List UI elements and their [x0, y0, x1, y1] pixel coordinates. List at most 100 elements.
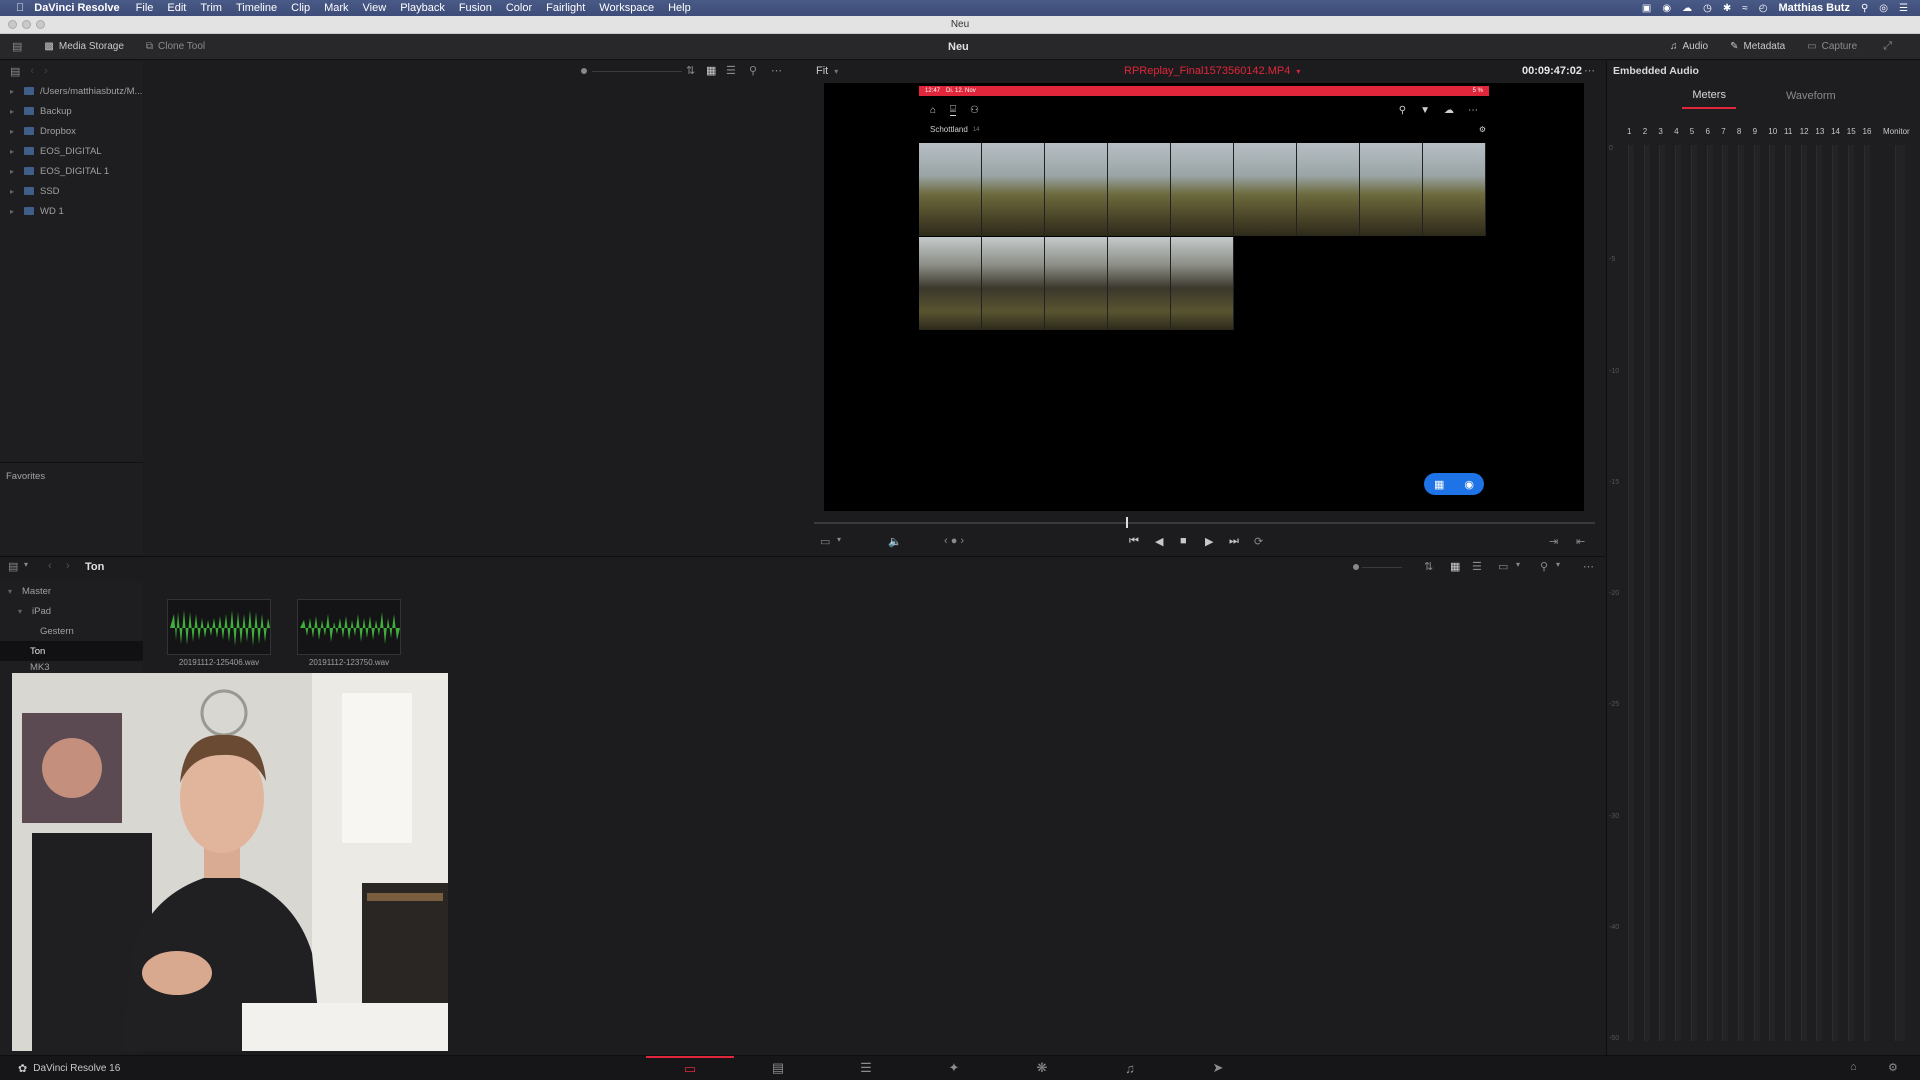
sort-icon[interactable]: ⇅ — [686, 64, 695, 77]
menu-fairlight[interactable]: Fairlight — [546, 2, 585, 14]
media-storage-button[interactable]: ▩ Media Storage — [44, 41, 124, 52]
menubar-app-name[interactable]: DaVinci Resolve — [34, 2, 119, 14]
back-arrow-icon[interactable]: ‹ — [48, 560, 52, 572]
page-color-button[interactable]: ❋ — [998, 1056, 1086, 1080]
sidebar-toggle-icon[interactable]: ▤ — [10, 65, 20, 78]
location-item[interactable]: ▸ /Users/matthiasbutz/M... — [0, 81, 143, 101]
page-cut-button[interactable]: ▤ — [734, 1056, 822, 1080]
bin-item-mk3[interactable]: MK3 — [0, 661, 143, 673]
panel-toggle-icon[interactable]: ▤ — [12, 40, 22, 53]
page-fairlight-button[interactable]: ♫ — [1086, 1056, 1174, 1080]
menu-mark[interactable]: Mark — [324, 2, 348, 14]
search-icon[interactable]: ⚲ — [749, 64, 757, 77]
grid-view-icon[interactable]: ▦ — [706, 64, 716, 77]
list-view-icon[interactable]: ☰ — [726, 64, 736, 77]
list-view-icon[interactable]: ☰ — [1472, 560, 1482, 573]
cloud-icon[interactable]: ☁ — [1682, 3, 1692, 14]
loop-icon[interactable]: ⟳ — [1254, 535, 1263, 548]
go-to-start-icon[interactable]: ⏮ — [1129, 535, 1139, 548]
tab-waveform[interactable]: Waveform — [1776, 84, 1846, 108]
menu-edit[interactable]: Edit — [167, 2, 186, 14]
clone-tool-button[interactable]: ⧉ Clone Tool — [146, 41, 205, 52]
mark-out-icon[interactable]: ⇤ — [1576, 535, 1585, 548]
timecode[interactable]: 00:09:47:02 — [1522, 65, 1582, 77]
wifi-icon[interactable]: ≈ — [1742, 3, 1748, 14]
menu-view[interactable]: View — [363, 2, 387, 14]
mark-in-icon[interactable]: ⇥ — [1549, 535, 1558, 548]
pool-thumbnail-slider[interactable] — [1353, 564, 1359, 570]
location-item[interactable]: ▸ WD 1 — [0, 201, 143, 221]
creative-cloud-icon[interactable]: ◉ — [1662, 3, 1671, 14]
stop-icon[interactable]: ■ — [1180, 535, 1187, 547]
zoom-dropdown[interactable]: Fit ▾ — [816, 65, 838, 77]
menu-fusion[interactable]: Fusion — [459, 2, 492, 14]
viewer-canvas[interactable]: 12:47 Di. 12. Nov 5 % ⌂ ⌸ ⚇ ⚲ ▼ ☁ ⋯ Scho… — [824, 83, 1584, 511]
more-options-icon[interactable]: ⋯ — [771, 64, 782, 77]
bin-item-ton[interactable]: Ton — [0, 641, 143, 661]
playhead[interactable] — [1126, 517, 1129, 528]
spotlight-search-icon[interactable]: ⚲ — [1861, 3, 1868, 14]
more-options-icon[interactable]: ⋯ — [1583, 560, 1594, 573]
menu-file[interactable]: File — [136, 2, 154, 14]
bin-item-master[interactable]: ▾ Master — [0, 581, 143, 601]
bluetooth-icon[interactable]: ✱ — [1723, 3, 1731, 14]
location-item[interactable]: ▸ EOS_DIGITAL 1 — [0, 161, 143, 181]
settings-gear-icon[interactable]: ⚙ — [1888, 1061, 1898, 1074]
sort-icon[interactable]: ⇅ — [1424, 560, 1433, 573]
menu-trim[interactable]: Trim — [200, 2, 222, 14]
grid-view-icon[interactable]: ▦ — [1450, 560, 1460, 573]
go-to-end-icon[interactable]: ⏭ — [1229, 535, 1239, 548]
location-item[interactable]: ▸ SSD — [0, 181, 143, 201]
tab-meters[interactable]: Meters — [1682, 83, 1736, 109]
volume-icon[interactable]: 🔈 — [888, 535, 902, 548]
menu-color[interactable]: Color — [506, 2, 532, 14]
chevron-down-icon[interactable]: ▾ — [1516, 560, 1520, 569]
bin-item-gestern[interactable]: Gestern — [0, 621, 143, 641]
forward-arrow-icon[interactable]: › — [66, 560, 70, 572]
location-item[interactable]: ▸ EOS_DIGITAL — [0, 141, 143, 161]
thumbnail-size-slider[interactable] — [581, 68, 587, 74]
audio-button[interactable]: ♫ Audio — [1670, 41, 1708, 52]
siri-icon[interactable]: ◎ — [1879, 3, 1888, 14]
page-media-button[interactable]: ▭ — [646, 1056, 734, 1080]
apple-icon[interactable]:  — [16, 2, 24, 14]
menu-timeline[interactable]: Timeline — [236, 2, 277, 14]
jog-icon[interactable]: ‹ ● › — [944, 535, 964, 547]
clip-name-dropdown[interactable]: RPReplay_Final1573560142.MP4 ▾ — [1124, 65, 1300, 77]
reverse-play-icon[interactable]: ◀ — [1155, 535, 1163, 548]
menu-workspace[interactable]: Workspace — [599, 2, 654, 14]
menu-playback[interactable]: Playback — [400, 2, 445, 14]
time-machine-icon[interactable]: ◴ — [1759, 3, 1768, 14]
play-icon[interactable]: ▶ — [1205, 535, 1213, 548]
notification-center-icon[interactable]: ☰ — [1899, 3, 1908, 14]
metadata-view-icon[interactable]: ▭ — [1498, 560, 1508, 573]
viewer-options-icon[interactable]: ⋯ — [1584, 64, 1595, 77]
capture-button[interactable]: ▭ Capture — [1807, 41, 1857, 52]
window-close-button[interactable] — [8, 20, 17, 29]
home-icon[interactable]: ⌂ — [1850, 1061, 1857, 1073]
metadata-button[interactable]: ✎ Metadata — [1730, 41, 1785, 52]
menu-clip[interactable]: Clip — [291, 2, 310, 14]
window-zoom-button[interactable] — [36, 20, 45, 29]
back-arrow-icon[interactable]: ‹ — [30, 65, 34, 77]
location-item[interactable]: ▸ Dropbox — [0, 121, 143, 141]
bin-list-toggle-icon[interactable]: ▤ — [8, 560, 18, 573]
clock-icon[interactable]: ◷ — [1703, 3, 1712, 14]
location-item[interactable]: ▸ Backup — [0, 101, 143, 121]
screen-record-icon[interactable]: ▣ — [1642, 3, 1651, 14]
chevron-down-icon[interactable]: ▾ — [1556, 560, 1560, 569]
search-icon[interactable]: ⚲ — [1540, 560, 1548, 573]
window-minimize-button[interactable] — [22, 20, 31, 29]
chevron-down-icon[interactable]: ▾ — [24, 560, 28, 569]
forward-arrow-icon[interactable]: › — [44, 65, 48, 77]
menu-help[interactable]: Help — [668, 2, 691, 14]
expand-icon[interactable]: ⤢ — [1883, 40, 1892, 53]
page-fusion-button[interactable]: ✦ — [910, 1056, 998, 1080]
audio-clip[interactable]: 20191112-125406.wav — [167, 599, 271, 667]
audio-clip[interactable]: 20191112-123750.wav — [297, 599, 401, 667]
page-edit-button[interactable]: ☰ — [822, 1056, 910, 1080]
page-deliver-button[interactable]: ➤ — [1174, 1056, 1262, 1080]
bin-item-ipad[interactable]: ▾ iPad — [0, 601, 143, 621]
viewer-mode-icon[interactable]: ▭ — [820, 535, 830, 548]
chevron-down-icon[interactable]: ▾ — [837, 535, 841, 544]
